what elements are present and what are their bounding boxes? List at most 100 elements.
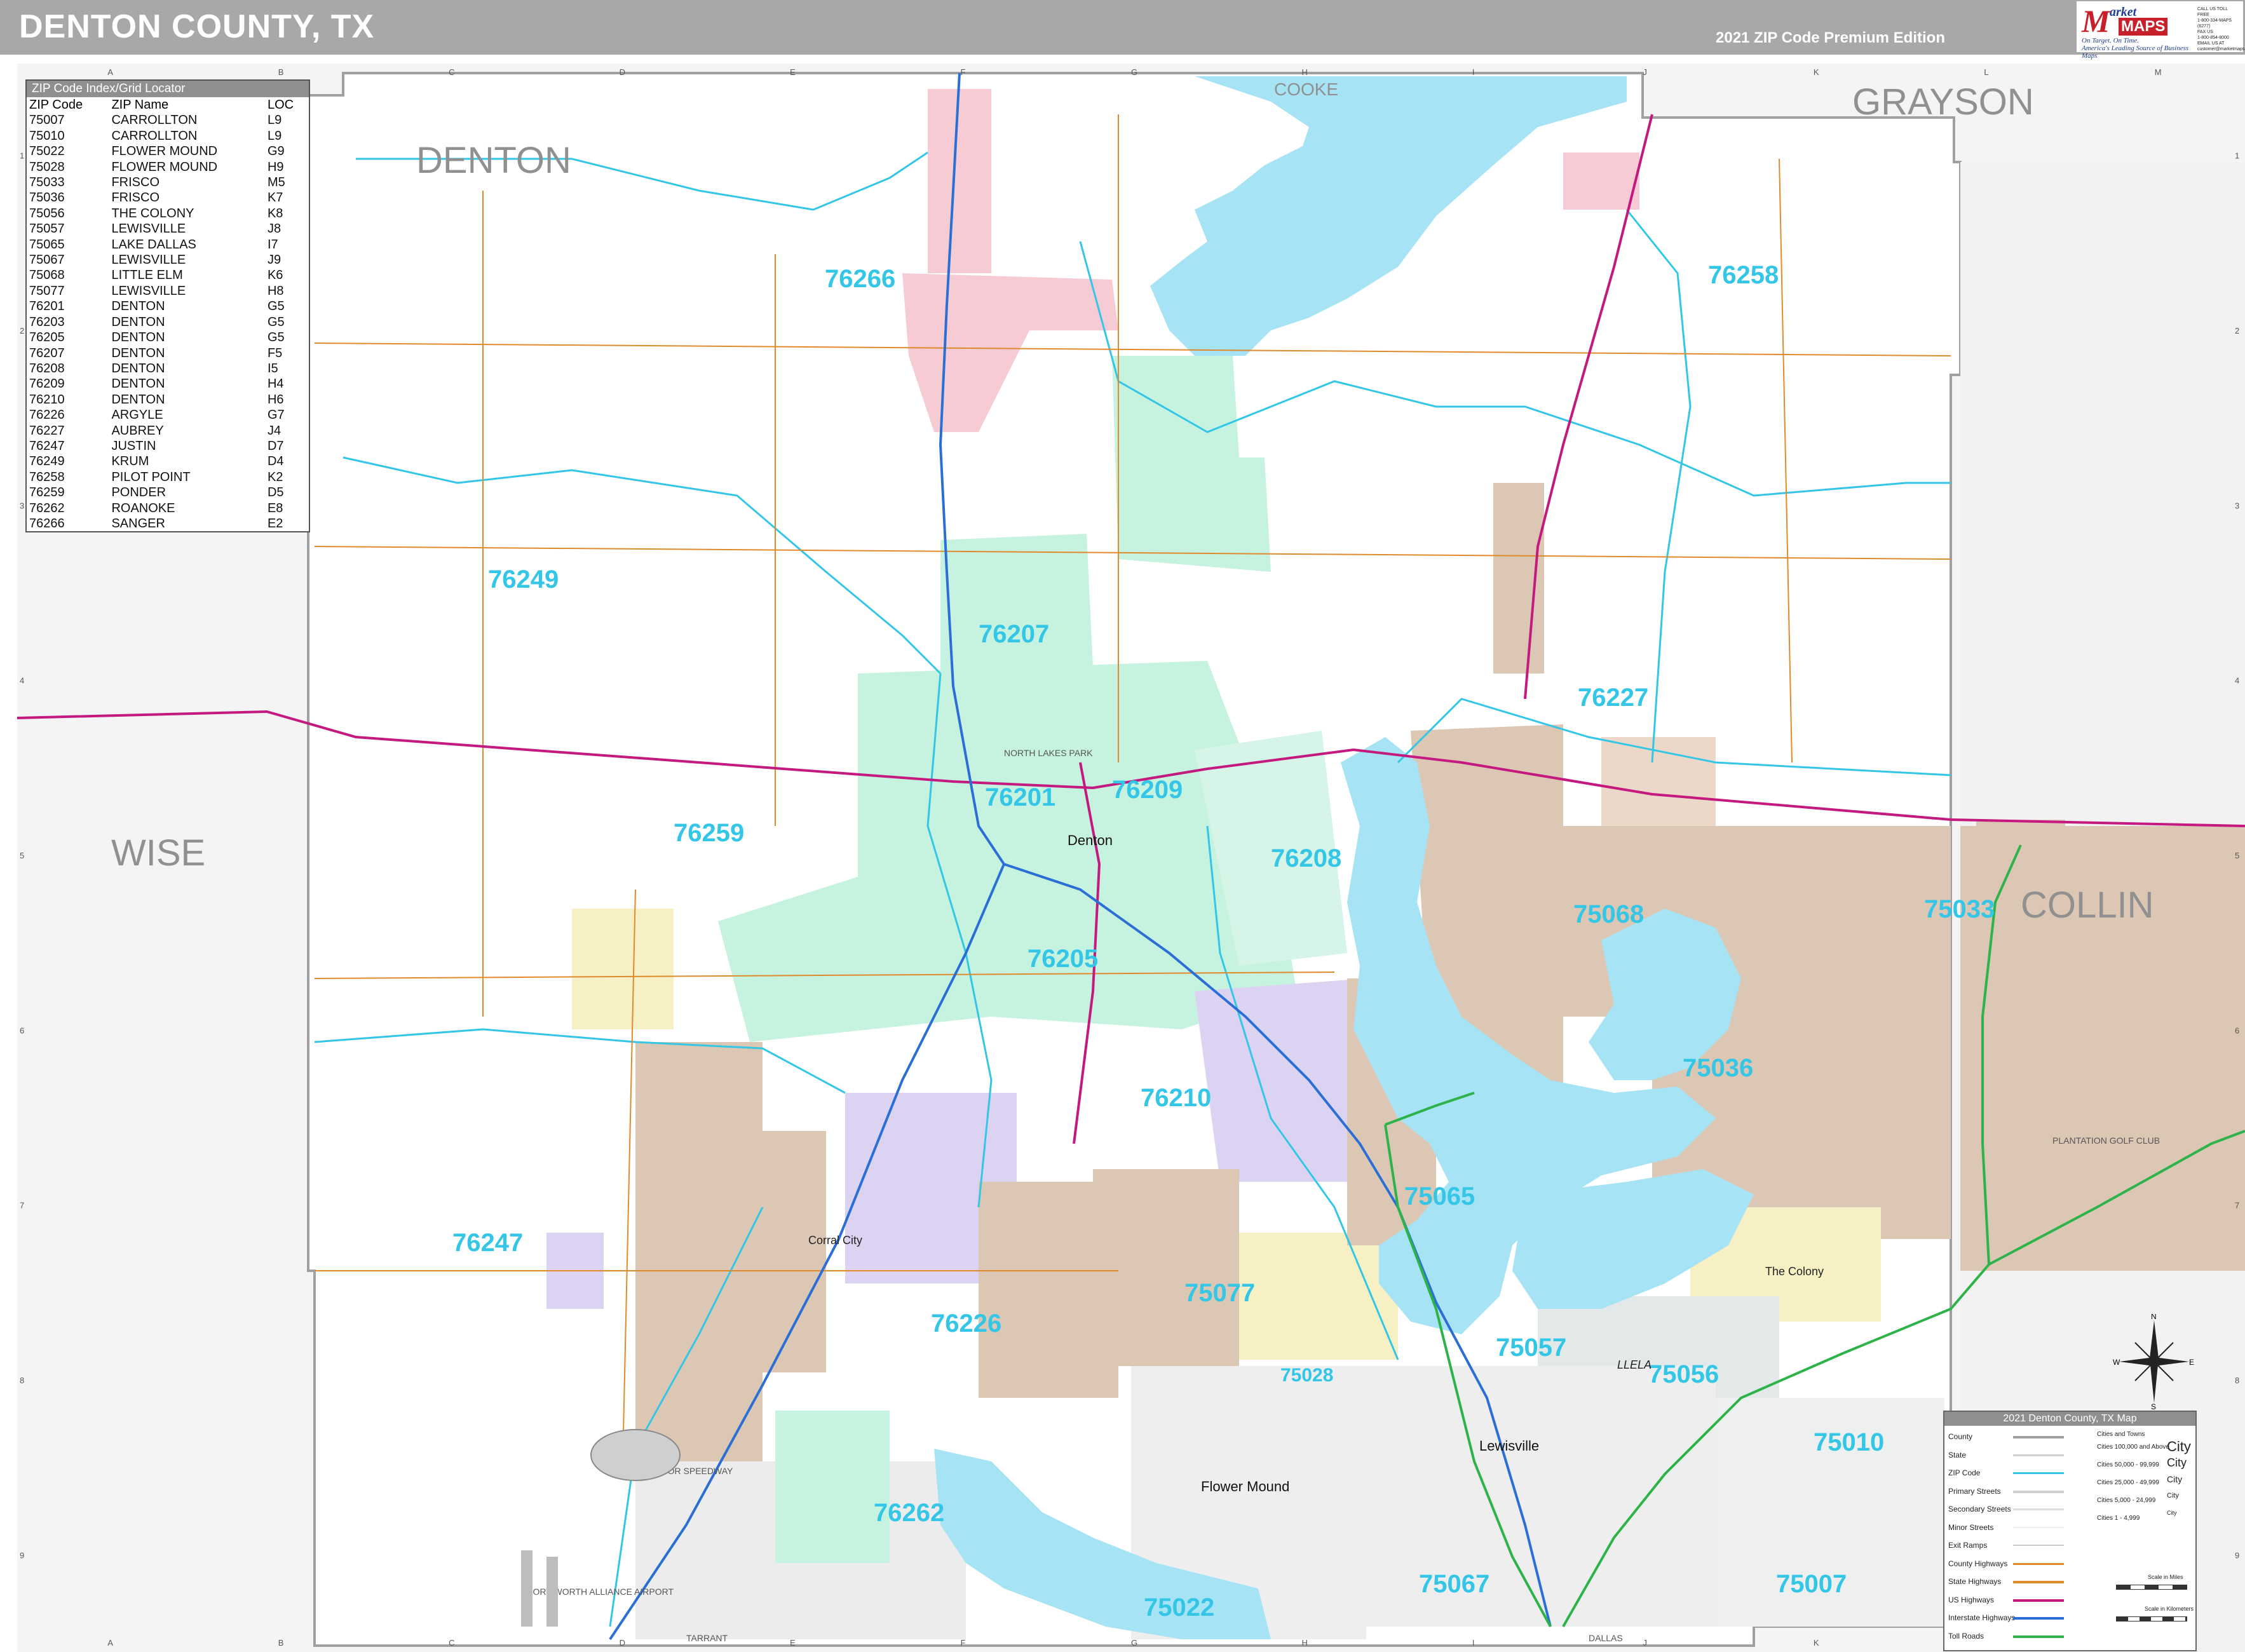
legend-row-label: ZIP Code	[1948, 1468, 1981, 1477]
grid-column-label: G	[1131, 67, 1137, 77]
zip-label-76247: 76247	[452, 1229, 523, 1257]
legend-row-label: US Highways	[1948, 1595, 1995, 1604]
tagline-1: On Target. On Time.	[2082, 37, 2139, 44]
legend-row-label: County	[1948, 1432, 1973, 1441]
zip-index-cell-loc: J8	[267, 222, 281, 236]
zip-index-cell-name: AUBREY	[111, 423, 164, 438]
grid-column-label: H	[1301, 1638, 1307, 1648]
county-label-grayson: GRAYSON	[1852, 81, 2034, 123]
grid-column-label: K	[1814, 1638, 1819, 1648]
legend-scale-miles: Scale in Miles	[2148, 1574, 2183, 1580]
poi-llela: LLELA	[1617, 1358, 1652, 1371]
map-frame: AABBCCDDEEFFGGHHIIJJKKLLMM11223344556677…	[17, 64, 2245, 1652]
zip-index-cell-loc: K6	[267, 268, 283, 283]
zip-label-75010: 75010	[1814, 1428, 1884, 1456]
contact-3: FAX US	[2197, 30, 2213, 34]
zip-index-cell-loc: D7	[267, 438, 284, 453]
zip-index-cell-loc: H9	[267, 159, 284, 174]
contact-5: EMAIL US AT	[2197, 41, 2225, 46]
zip-index-cell-code: 75056	[29, 206, 65, 220]
legend-population-label: Cities 100,000 and Above	[2097, 1444, 2169, 1451]
legend-city-sample: City	[2167, 1456, 2187, 1469]
zip-index-cell-code: 75068	[29, 268, 65, 283]
zip-index-cell-loc: L9	[267, 128, 282, 143]
zip-index-cell-loc: M5	[267, 175, 285, 190]
zip-label-75067: 75067	[1419, 1570, 1489, 1598]
zip-index-cell-loc: G9	[267, 144, 285, 159]
zip-index-cell-code: 76227	[29, 423, 65, 438]
zip-index-cell-code: 76203	[29, 315, 65, 329]
zip-label-75028: 75028	[1280, 1365, 1333, 1386]
legend-row-label: County Highways	[1948, 1559, 2008, 1568]
zip-index-row: 75065 LAKE DALLAS I7	[27, 237, 309, 252]
zip-index-cell-loc: J4	[267, 423, 281, 438]
zip-label-75022: 75022	[1144, 1594, 1214, 1622]
publisher-contact: CALL US TOLL FREE 1-800-334-MAPS (6277) …	[2197, 6, 2245, 52]
grid-row-label: 5	[2235, 851, 2239, 860]
zip-index-row: 75028 FLOWER MOUND H9	[27, 159, 309, 175]
grid-column-label: C	[449, 1638, 454, 1648]
edition-label: 2021 ZIP Code Premium Edition	[1716, 29, 1945, 46]
zip-index-cell-name: FLOWER MOUND	[111, 144, 218, 159]
grid-row-label: 6	[20, 1026, 24, 1035]
zip-index-row: 76227 AUBREY J4	[27, 423, 309, 438]
legend-row-label: State	[1948, 1450, 1967, 1459]
zip-index-table: ZIP Code ZIP Name LOC 75007 CARROLLTON L9 7…	[27, 97, 309, 531]
zip-index-row: 75067 LEWISVILLE J9	[27, 252, 309, 267]
zip-index-row: 76247 JUSTIN D7	[27, 438, 309, 454]
city-label-flower-mound: Flower Mound	[1201, 1479, 1289, 1494]
zip-index-row: 76226 ARGYLE G7	[27, 407, 309, 423]
grid-row-label: 4	[20, 676, 24, 686]
zip-index-cell-code: 75057	[29, 222, 65, 236]
grid-column-label: A	[107, 67, 113, 77]
compass-s: S	[2151, 1402, 2156, 1409]
zip-label-75007: 75007	[1776, 1570, 1847, 1598]
zip-index-cell-code: 75077	[29, 283, 65, 298]
city-label-denton: Denton	[1068, 832, 1113, 848]
zip-index-cell-name: THE COLONY	[111, 206, 194, 220]
grid-column-label: H	[1301, 67, 1307, 77]
grid-column-label: J	[1643, 1638, 1647, 1648]
zip-label-76227: 76227	[1578, 684, 1648, 712]
publisher-tagline: On Target. On Time. America's Leading So…	[2082, 37, 2196, 60]
legend-population-label: Cities 25,000 - 49,999	[2097, 1479, 2159, 1486]
title-bar: DENTON COUNTY, TX 2021 ZIP Code Premium …	[0, 0, 2245, 60]
legend-population-label: Cities 50,000 - 99,999	[2097, 1461, 2159, 1468]
zip-label-76205: 76205	[1028, 945, 1098, 973]
poi-plantation-golf: PLANTATION GOLF CLUB	[2052, 1135, 2160, 1146]
zip-index-header-loc: LOC	[267, 98, 294, 112]
zip-index-row: 75033 FRISCO M5	[27, 175, 309, 190]
airport-runway-2	[546, 1557, 558, 1627]
logo-maps: MAPS	[2119, 18, 2168, 36]
zip-index-cell-loc: G7	[267, 408, 285, 423]
zip-label-76266: 76266	[825, 265, 895, 293]
zip-index-row: 76210 DENTON H6	[27, 392, 309, 407]
zip-label-75065: 75065	[1404, 1182, 1475, 1210]
legend-title: 2021 Denton County, TX Map	[1944, 1412, 2195, 1426]
county-label-collin: COLLIN	[2021, 884, 2154, 926]
airport-runway-1	[521, 1550, 532, 1627]
zip-index-cell-name: LAKE DALLAS	[111, 237, 196, 252]
legend-row-swatch	[2013, 1526, 2064, 1528]
zip-index-row: 75077 LEWISVILLE H8	[27, 283, 309, 299]
contact-1: CALL US TOLL FREE	[2197, 7, 2228, 17]
map-title: DENTON COUNTY, TX	[19, 8, 375, 45]
zip-label-76258: 76258	[1708, 261, 1779, 289]
zip-index-cell-code: 76201	[29, 299, 65, 314]
zip-label-76226: 76226	[931, 1310, 1001, 1337]
grid-column-label: B	[278, 67, 284, 77]
grid-row-label: 2	[20, 326, 24, 335]
grid-row-label: 4	[2235, 676, 2239, 686]
zip-index-cell-loc: G5	[267, 299, 285, 314]
zip-label-76262: 76262	[874, 1499, 944, 1527]
legend-row-label: State Highways	[1948, 1577, 2002, 1586]
zip-index-cell-loc: H6	[267, 392, 284, 407]
zip-index-cell-loc: L9	[267, 113, 282, 128]
compass-w: W	[2113, 1358, 2120, 1367]
grid-column-label: D	[620, 67, 625, 77]
zip-index-cell-loc: H8	[267, 283, 284, 298]
zip-index-cell-code: 75036	[29, 191, 65, 205]
zip-index-cell-loc: I7	[267, 237, 278, 252]
grid-column-label: I	[1472, 1638, 1475, 1648]
zip-index-header-name: ZIP Name	[111, 98, 169, 112]
